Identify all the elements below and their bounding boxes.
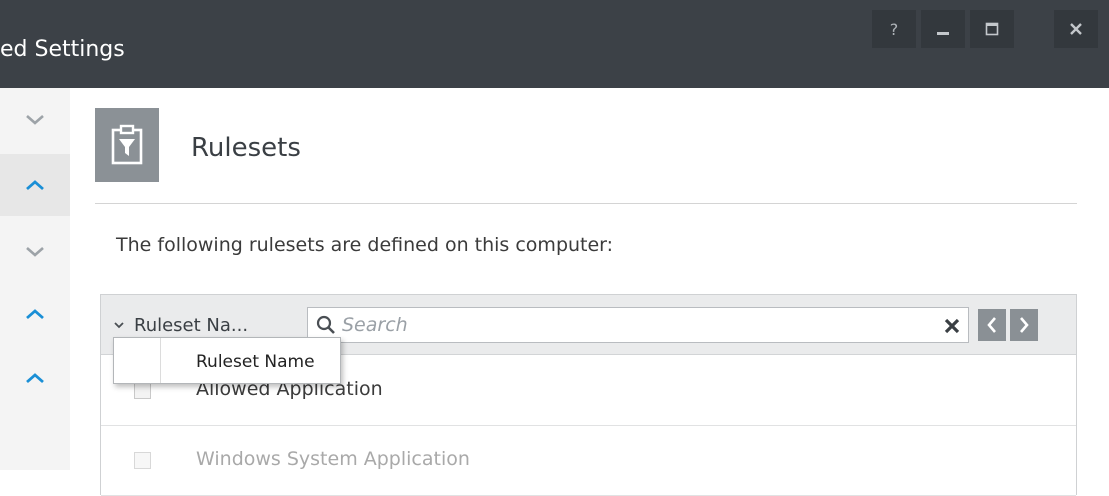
sidebar-toggle-5[interactable]: [0, 350, 70, 406]
dropdown-option-ruleset-name[interactable]: Ruleset Name: [196, 352, 315, 372]
close-button[interactable]: [1054, 10, 1098, 48]
ruleset-name: Windows System Application: [196, 448, 470, 470]
window-title: ed Settings: [0, 37, 125, 62]
clear-search-icon[interactable]: [942, 316, 962, 336]
close-icon: [1070, 23, 1082, 35]
chevron-up-icon: [26, 180, 44, 191]
rulesets-table: Ruleset Na... Allowed Application Window…: [100, 294, 1077, 496]
chevron-up-icon: [26, 309, 44, 320]
minimize-button[interactable]: [921, 10, 965, 48]
ruleset-clipboard-icon: [95, 108, 159, 182]
maximize-button[interactable]: [970, 10, 1014, 48]
row-checkbox[interactable]: [134, 382, 151, 399]
intro-text: The following rulesets are defined on th…: [116, 234, 614, 256]
sidebar-toggle-3[interactable]: [0, 224, 70, 280]
help-icon: ?: [889, 19, 899, 39]
help-button[interactable]: ?: [872, 10, 916, 48]
chevron-up-icon: [26, 373, 44, 384]
search-icon: [316, 315, 335, 334]
row-checkbox[interactable]: [134, 452, 151, 469]
maximize-icon: [985, 22, 999, 36]
chevron-down-icon: [114, 321, 124, 329]
chevron-right-icon: [1020, 317, 1029, 333]
dropdown-check-column: [114, 338, 161, 383]
sidebar: [0, 88, 70, 470]
chevron-down-icon: [26, 247, 44, 257]
sidebar-toggle-2[interactable]: [0, 154, 70, 216]
minimize-icon: [937, 32, 949, 35]
search-box: [307, 307, 969, 343]
sidebar-toggle-4[interactable]: [0, 286, 70, 342]
table-row[interactable]: Windows System Application: [101, 426, 1076, 496]
page-title: Rulesets: [191, 133, 301, 163]
title-bar: ed Settings ?: [0, 0, 1109, 88]
sidebar-toggle-1[interactable]: [0, 92, 70, 148]
divider: [95, 203, 1077, 204]
chevron-left-icon: [987, 317, 996, 333]
chevron-down-icon: [26, 115, 44, 125]
column-selector-label: Ruleset Na...: [134, 314, 249, 336]
previous-page-button[interactable]: [978, 309, 1006, 341]
next-page-button[interactable]: [1010, 309, 1038, 341]
column-dropdown-menu: Ruleset Name: [113, 337, 341, 384]
search-input[interactable]: [342, 311, 922, 339]
